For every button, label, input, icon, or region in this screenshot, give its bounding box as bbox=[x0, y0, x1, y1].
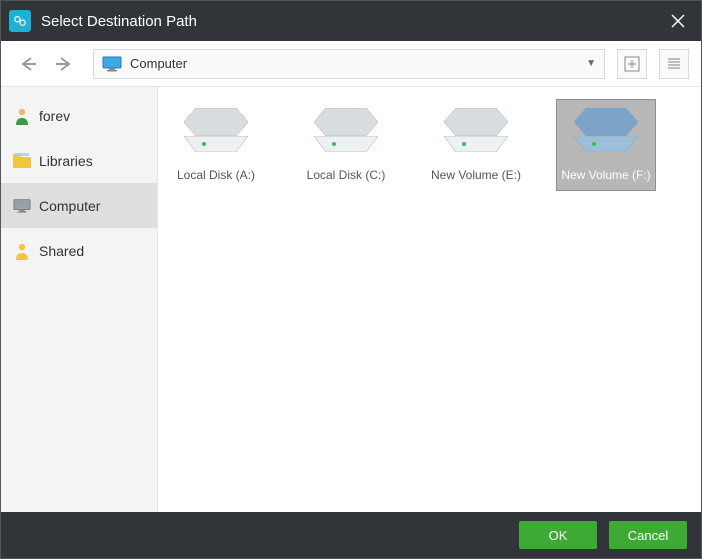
drive-icon bbox=[440, 108, 512, 158]
shared-icon bbox=[13, 242, 31, 260]
titlebar: Select Destination Path bbox=[1, 1, 701, 41]
path-input[interactable]: Computer ▼ bbox=[93, 49, 605, 79]
sidebar-item-label: Computer bbox=[39, 198, 100, 214]
body: forev Libraries Computer Shared bbox=[1, 87, 701, 512]
monitor-icon bbox=[13, 197, 31, 215]
list-icon bbox=[666, 56, 682, 72]
drive-label: Local Disk (A:) bbox=[177, 168, 255, 182]
drive-label: New Volume (E:) bbox=[431, 168, 521, 182]
plus-icon bbox=[624, 56, 640, 72]
sidebar-item-user[interactable]: forev bbox=[1, 93, 157, 138]
sidebar-item-computer[interactable]: Computer bbox=[1, 183, 157, 228]
sidebar-item-label: Shared bbox=[39, 243, 84, 259]
forward-button[interactable] bbox=[49, 49, 79, 79]
sidebar-item-label: Libraries bbox=[39, 153, 93, 169]
drive-label: New Volume (F:) bbox=[561, 168, 650, 182]
view-button[interactable] bbox=[659, 49, 689, 79]
close-button[interactable] bbox=[655, 1, 701, 41]
sidebar-item-libraries[interactable]: Libraries bbox=[1, 138, 157, 183]
drive-item-a[interactable]: Local Disk (A:) bbox=[166, 99, 266, 191]
drive-item-e[interactable]: New Volume (E:) bbox=[426, 99, 526, 191]
dialog-title: Select Destination Path bbox=[41, 13, 655, 30]
back-button[interactable] bbox=[13, 49, 43, 79]
arrow-right-icon bbox=[54, 56, 74, 72]
sidebar: forev Libraries Computer Shared bbox=[1, 87, 158, 512]
libraries-icon bbox=[13, 152, 31, 170]
dialog-window: Select Destination Path Computer ▼ bbox=[0, 0, 702, 559]
monitor-icon bbox=[102, 56, 122, 72]
sidebar-item-label: forev bbox=[39, 108, 70, 124]
new-folder-button[interactable] bbox=[617, 49, 647, 79]
drive-item-c[interactable]: Local Disk (C:) bbox=[296, 99, 396, 191]
ok-button[interactable]: OK bbox=[519, 521, 597, 549]
cancel-button[interactable]: Cancel bbox=[609, 521, 687, 549]
drive-icon bbox=[310, 108, 382, 158]
drive-item-f[interactable]: New Volume (F:) bbox=[556, 99, 656, 191]
content-pane: Local Disk (A:) Local Disk (C:) New Volume… bbox=[158, 87, 701, 512]
app-icon bbox=[9, 10, 31, 32]
dropdown-icon[interactable]: ▼ bbox=[586, 58, 596, 69]
navbar: Computer ▼ bbox=[1, 41, 701, 87]
user-icon bbox=[13, 107, 31, 125]
drive-label: Local Disk (C:) bbox=[307, 168, 386, 182]
arrow-left-icon bbox=[18, 56, 38, 72]
path-text: Computer bbox=[130, 56, 578, 71]
footer: OK Cancel bbox=[1, 512, 701, 558]
sidebar-item-shared[interactable]: Shared bbox=[1, 228, 157, 273]
close-icon bbox=[671, 14, 685, 28]
drive-icon bbox=[570, 108, 642, 158]
drive-icon bbox=[180, 108, 252, 158]
